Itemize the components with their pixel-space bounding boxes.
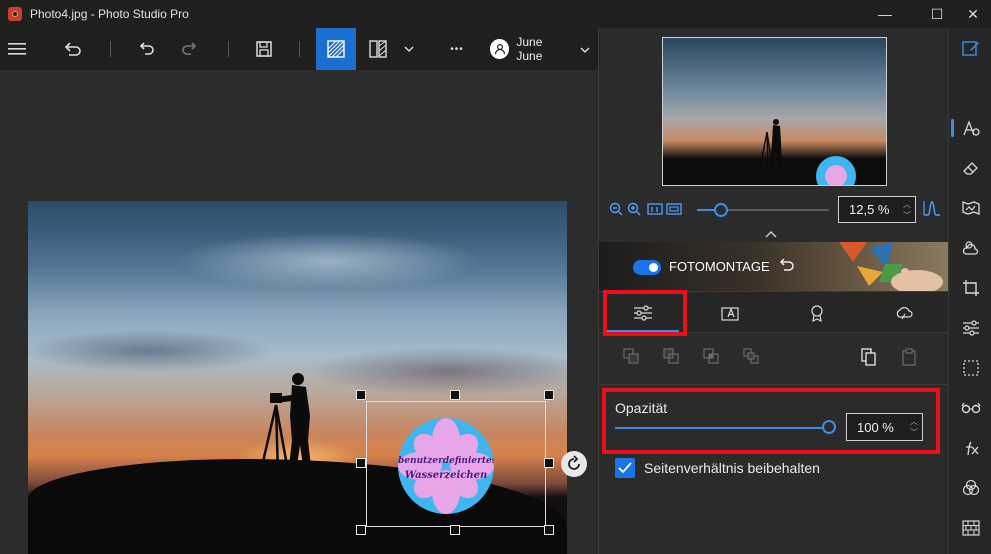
compare-view-icon[interactable] <box>366 28 390 70</box>
photomontage-label: FOTOMONTAGE <box>669 259 770 274</box>
reset-icon[interactable] <box>779 258 795 279</box>
frame-icon[interactable] <box>949 194 991 222</box>
zoom-slider[interactable] <box>697 203 829 217</box>
user-account-button[interactable]: June June <box>490 28 590 70</box>
chevron-down-icon <box>580 40 590 58</box>
watermark-line-1: benutzerdefiniertes <box>398 456 494 466</box>
checkmark-icon <box>618 462 632 474</box>
bring-to-front-icon[interactable] <box>623 348 639 368</box>
send-to-back-icon[interactable] <box>743 348 759 368</box>
edit-panel-icon[interactable] <box>949 34 991 62</box>
resize-handle-bottom[interactable] <box>450 525 460 535</box>
zoom-out-icon[interactable] <box>609 202 623 219</box>
redo-icon[interactable] <box>176 28 202 70</box>
thumbnail-silhouette <box>759 119 782 169</box>
undo-icon[interactable] <box>134 28 160 70</box>
highlight-opacity-section <box>602 388 940 454</box>
zoom-controls: 12,5 % ︿ ﹀ <box>599 196 949 224</box>
main-toolbar: ••• June June <box>0 28 598 70</box>
tab-text[interactable] <box>686 292 773 334</box>
tab-effects[interactable] <box>773 292 860 334</box>
resize-handle-left[interactable] <box>356 458 366 468</box>
photographer-silhouette <box>258 373 312 476</box>
bring-forward-icon[interactable] <box>663 348 679 368</box>
watermark-line-2: Wasserzeichen <box>404 470 488 481</box>
canvas-area[interactable]: benutzerdefiniertes Wasserzeichen <box>0 70 598 554</box>
texture-grid-icon[interactable] <box>949 514 991 542</box>
toolbar-divider <box>228 41 229 57</box>
collapse-chevron-up-icon[interactable] <box>765 225 777 243</box>
adjustments-icon[interactable] <box>949 314 991 342</box>
zoom-value: 12,5 % <box>849 202 890 217</box>
resize-handle-top-left[interactable] <box>356 390 366 400</box>
aspect-ratio-checkbox[interactable] <box>615 458 635 478</box>
edit-view-button[interactable] <box>316 28 356 70</box>
fit-to-window-icon[interactable] <box>666 202 682 219</box>
highlight-adjustments-tab <box>603 290 687 336</box>
hamburger-menu-icon[interactable] <box>4 28 30 70</box>
window-title: Photo4.jpg - Photo Studio Pro <box>30 7 189 21</box>
badge-icon <box>810 305 823 322</box>
avatar-icon <box>490 39 510 59</box>
close-button[interactable]: ✕ <box>950 0 991 28</box>
zoom-in-icon[interactable] <box>627 202 641 219</box>
flower-icon <box>398 418 494 514</box>
resize-handle-right[interactable] <box>544 458 554 468</box>
weather-effects-icon[interactable] <box>949 234 991 262</box>
properties-panel: 12,5 % ︿ ﹀ FOTOMONTAGE Opazität 100 % ︿ … <box>598 28 949 554</box>
paste-icon[interactable] <box>901 348 917 370</box>
photomontage-banner: FOTOMONTAGE <box>599 242 949 291</box>
resize-handle-bottom-right[interactable] <box>544 525 554 535</box>
crop-icon[interactable] <box>949 274 991 302</box>
thumbnail-watermark <box>816 156 856 185</box>
rotate-handle-icon[interactable] <box>561 451 587 477</box>
watermark-badge: benutzerdefiniertes Wasserzeichen <box>398 418 494 514</box>
more-options-button[interactable]: ••• <box>444 28 470 70</box>
effects-fx-icon[interactable] <box>949 434 991 462</box>
minimize-button[interactable]: — <box>862 0 908 28</box>
zoom-slider-knob[interactable] <box>713 203 728 217</box>
app-logo-icon <box>8 7 22 21</box>
view-dropdown-chevron-icon[interactable] <box>400 28 418 70</box>
text-box-icon <box>720 307 739 321</box>
toolbar-divider <box>299 41 300 57</box>
photomontage-toggle[interactable] <box>633 260 661 275</box>
tab-shapes[interactable] <box>860 292 947 334</box>
color-channels-icon[interactable] <box>949 474 991 502</box>
histogram-icon[interactable] <box>923 200 941 219</box>
red-eye-icon[interactable] <box>949 394 991 422</box>
cloud-brush-icon <box>896 307 913 320</box>
copy-icon[interactable] <box>861 348 877 370</box>
toolbar-divider <box>110 41 111 57</box>
resize-handle-top[interactable] <box>450 390 460 400</box>
navigator-thumbnail[interactable] <box>662 37 887 186</box>
aspect-ratio-label: Seitenverhältnis beibehalten <box>644 460 820 476</box>
eraser-icon[interactable] <box>949 154 991 182</box>
selection-tool-icon[interactable] <box>949 354 991 382</box>
watermark-tool-icon[interactable] <box>949 114 991 142</box>
save-icon[interactable] <box>251 28 277 70</box>
spin-arrows-icon[interactable]: ︿ ﹀ <box>903 199 911 221</box>
zoom-value-field[interactable]: 12,5 % ︿ ﹀ <box>838 196 916 223</box>
tangram-hand-icon <box>839 242 943 291</box>
section-divider <box>599 384 949 385</box>
send-backward-icon[interactable] <box>703 348 719 368</box>
resize-handle-bottom-left[interactable] <box>356 525 366 535</box>
title-bar: Photo4.jpg - Photo Studio Pro — ☐ ✕ <box>0 0 991 28</box>
right-tool-rail <box>948 28 991 554</box>
back-icon[interactable] <box>60 28 86 70</box>
user-name: June June <box>516 35 543 63</box>
actual-size-icon[interactable] <box>647 202 663 219</box>
layer-arrange-toolbar <box>599 344 949 374</box>
resize-handle-top-right[interactable] <box>544 390 554 400</box>
